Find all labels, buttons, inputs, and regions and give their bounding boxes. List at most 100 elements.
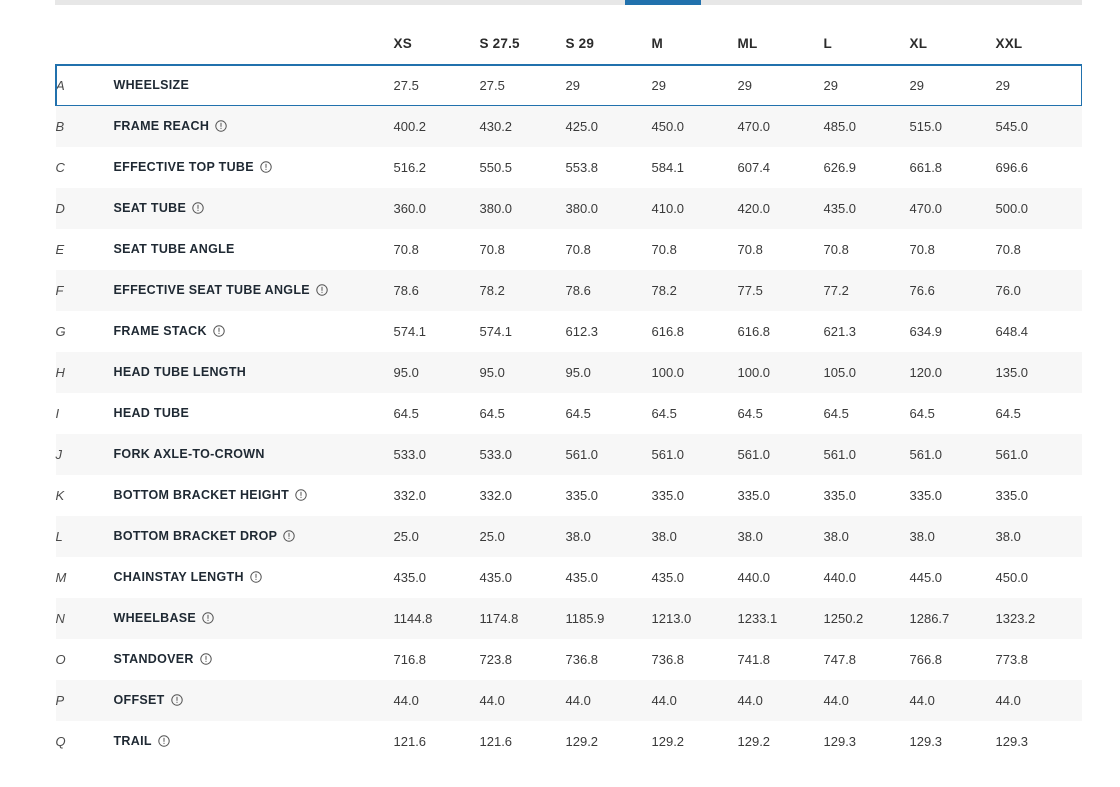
row-label: TRAIL xyxy=(114,734,152,748)
value-cell: 435.0 xyxy=(566,557,652,598)
value-cell: 335.0 xyxy=(738,475,824,516)
value-cell: 736.8 xyxy=(566,639,652,680)
value-cell: 44.0 xyxy=(910,680,996,721)
value-cell: 440.0 xyxy=(824,557,910,598)
row-letter: G xyxy=(56,311,114,352)
table-row[interactable]: KBOTTOM BRACKET HEIGHT332.0332.0335.0335… xyxy=(56,475,1082,516)
info-icon[interactable] xyxy=(171,694,183,706)
value-cell: 78.2 xyxy=(652,270,738,311)
value-cell: 612.3 xyxy=(566,311,652,352)
value-cell: 38.0 xyxy=(996,516,1082,557)
value-cell: 76.6 xyxy=(910,270,996,311)
table-row[interactable]: OSTANDOVER716.8723.8736.8736.8741.8747.8… xyxy=(56,639,1082,680)
value-cell: 485.0 xyxy=(824,106,910,147)
table-row[interactable]: LBOTTOM BRACKET DROP25.025.038.038.038.0… xyxy=(56,516,1082,557)
value-cell: 29 xyxy=(910,65,996,106)
info-icon[interactable] xyxy=(202,612,214,624)
table-row[interactable]: JFORK AXLE-TO-CROWN533.0533.0561.0561.05… xyxy=(56,434,1082,475)
value-cell: 29 xyxy=(652,65,738,106)
info-icon[interactable] xyxy=(200,653,212,665)
table-row[interactable]: NWHEELBASE1144.81174.81185.91213.01233.1… xyxy=(56,598,1082,639)
table-row[interactable]: BFRAME REACH400.2430.2425.0450.0470.0485… xyxy=(56,106,1082,147)
info-icon[interactable] xyxy=(295,489,307,501)
value-cell: 736.8 xyxy=(652,639,738,680)
value-cell: 648.4 xyxy=(996,311,1082,352)
table-row[interactable]: AWHEELSIZE27.527.5292929292929 xyxy=(56,65,1082,106)
table-row[interactable]: POFFSET44.044.044.044.044.044.044.044.0 xyxy=(56,680,1082,721)
value-cell: 435.0 xyxy=(824,188,910,229)
table-row[interactable]: FEFFECTIVE SEAT TUBE ANGLE78.678.278.678… xyxy=(56,270,1082,311)
value-cell: 38.0 xyxy=(824,516,910,557)
info-icon[interactable] xyxy=(192,202,204,214)
row-label-cell: BOTTOM BRACKET DROP xyxy=(114,516,394,557)
row-label: EFFECTIVE SEAT TUBE ANGLE xyxy=(114,283,310,297)
header-size-xs: XS xyxy=(394,22,480,65)
value-cell: 78.6 xyxy=(566,270,652,311)
value-cell: 515.0 xyxy=(910,106,996,147)
row-letter: L xyxy=(56,516,114,557)
row-label: WHEELBASE xyxy=(114,611,197,625)
row-letter: J xyxy=(56,434,114,475)
tab-active-indicator[interactable] xyxy=(625,0,701,5)
info-icon[interactable] xyxy=(213,325,225,337)
info-icon[interactable] xyxy=(250,571,262,583)
table-row[interactable]: CEFFECTIVE TOP TUBE516.2550.5553.8584.16… xyxy=(56,147,1082,188)
value-cell: 335.0 xyxy=(996,475,1082,516)
value-cell: 38.0 xyxy=(652,516,738,557)
table-row[interactable]: GFRAME STACK574.1574.1612.3616.8616.8621… xyxy=(56,311,1082,352)
value-cell: 430.2 xyxy=(480,106,566,147)
row-label-cell: OFFSET xyxy=(114,680,394,721)
table-row[interactable]: QTRAIL121.6121.6129.2129.2129.2129.3129.… xyxy=(56,721,1082,762)
table-row[interactable]: IHEAD TUBE64.564.564.564.564.564.564.564… xyxy=(56,393,1082,434)
value-cell: 332.0 xyxy=(394,475,480,516)
header-size-m: M xyxy=(652,22,738,65)
row-letter: B xyxy=(56,106,114,147)
row-label: STANDOVER xyxy=(114,652,194,666)
value-cell: 553.8 xyxy=(566,147,652,188)
value-cell: 1233.1 xyxy=(738,598,824,639)
value-cell: 574.1 xyxy=(480,311,566,352)
value-cell: 425.0 xyxy=(566,106,652,147)
value-cell: 380.0 xyxy=(566,188,652,229)
row-label: OFFSET xyxy=(114,693,165,707)
row-letter: D xyxy=(56,188,114,229)
table-row[interactable]: DSEAT TUBE360.0380.0380.0410.0420.0435.0… xyxy=(56,188,1082,229)
info-icon[interactable] xyxy=(215,120,227,132)
value-cell: 516.2 xyxy=(394,147,480,188)
value-cell: 29 xyxy=(824,65,910,106)
row-label-cell: HEAD TUBE LENGTH xyxy=(114,352,394,393)
value-cell: 27.5 xyxy=(394,65,480,106)
value-cell: 70.8 xyxy=(738,229,824,270)
value-cell: 70.8 xyxy=(996,229,1082,270)
info-icon[interactable] xyxy=(316,284,328,296)
table-row[interactable]: ESEAT TUBE ANGLE70.870.870.870.870.870.8… xyxy=(56,229,1082,270)
value-cell: 129.2 xyxy=(652,721,738,762)
row-label: BOTTOM BRACKET HEIGHT xyxy=(114,488,290,502)
value-cell: 64.5 xyxy=(996,393,1082,434)
row-label-cell: WHEELBASE xyxy=(114,598,394,639)
value-cell: 135.0 xyxy=(996,352,1082,393)
value-cell: 70.8 xyxy=(566,229,652,270)
row-label-cell: HEAD TUBE xyxy=(114,393,394,434)
value-cell: 723.8 xyxy=(480,639,566,680)
info-icon[interactable] xyxy=(283,530,295,542)
value-cell: 25.0 xyxy=(394,516,480,557)
info-icon[interactable] xyxy=(260,161,272,173)
value-cell: 64.5 xyxy=(824,393,910,434)
table-row[interactable]: HHEAD TUBE LENGTH95.095.095.0100.0100.01… xyxy=(56,352,1082,393)
value-cell: 129.3 xyxy=(996,721,1082,762)
header-size-s-29: S 29 xyxy=(566,22,652,65)
row-label: CHAINSTAY LENGTH xyxy=(114,570,244,584)
info-icon[interactable] xyxy=(158,735,170,747)
value-cell: 38.0 xyxy=(738,516,824,557)
value-cell: 445.0 xyxy=(910,557,996,598)
value-cell: 435.0 xyxy=(480,557,566,598)
row-label-cell: SEAT TUBE xyxy=(114,188,394,229)
value-cell: 410.0 xyxy=(652,188,738,229)
value-cell: 500.0 xyxy=(996,188,1082,229)
table-row[interactable]: MCHAINSTAY LENGTH435.0435.0435.0435.0440… xyxy=(56,557,1082,598)
value-cell: 77.2 xyxy=(824,270,910,311)
value-cell: 95.0 xyxy=(394,352,480,393)
value-cell: 621.3 xyxy=(824,311,910,352)
row-label-cell: EFFECTIVE SEAT TUBE ANGLE xyxy=(114,270,394,311)
